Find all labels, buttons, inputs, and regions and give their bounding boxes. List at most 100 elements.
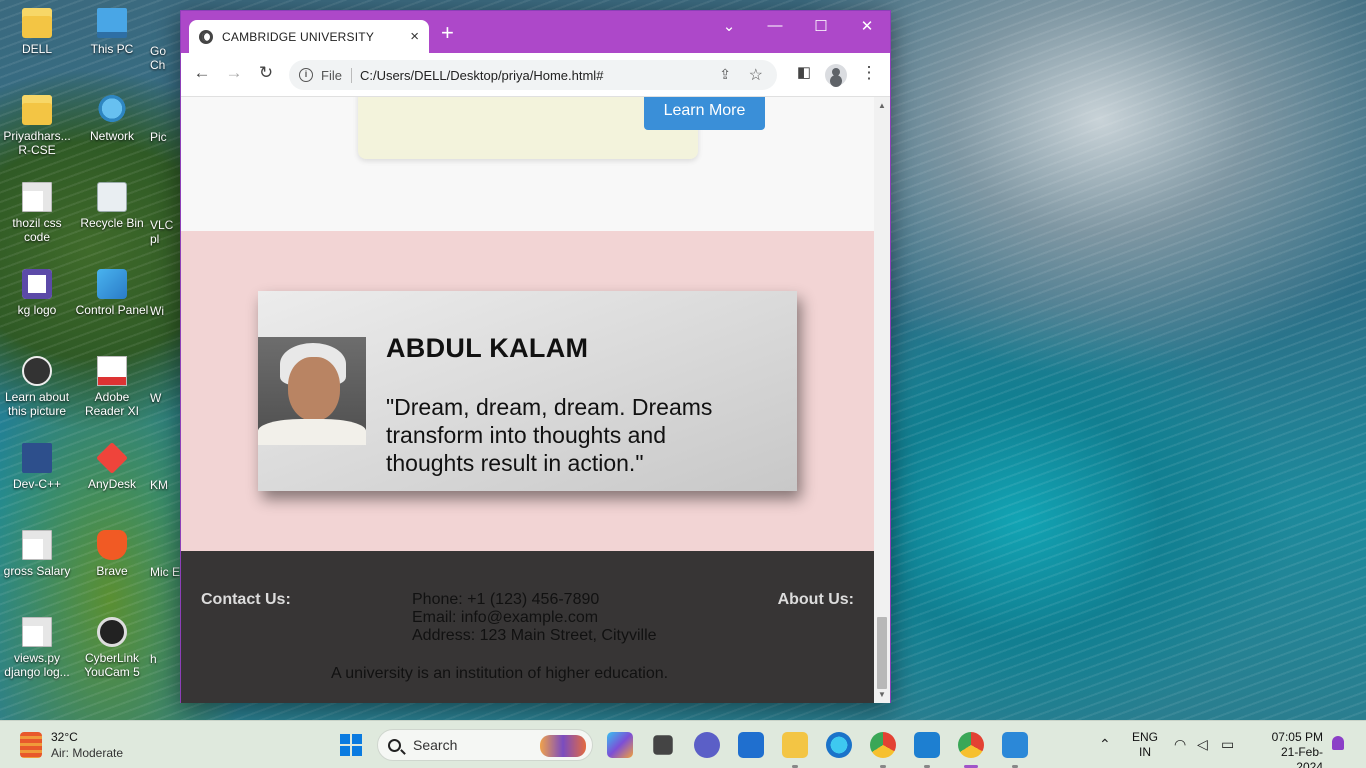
- desktop-icon-partial-chrome[interactable]: Go Ch: [150, 44, 180, 72]
- title-bar: CAMBRIDGE UNIVERSITY × + ⌄ — ☐ ✕: [181, 11, 890, 53]
- desktop-icon-kg-logo[interactable]: kg logo: [0, 269, 74, 317]
- info-card: Learn More: [358, 97, 765, 159]
- search-placeholder: Search: [413, 737, 458, 753]
- browser-window: CAMBRIDGE UNIVERSITY × + ⌄ — ☐ ✕ ← → ↻ i…: [180, 10, 891, 703]
- anydesk-icon: [96, 442, 128, 474]
- copilot-icon[interactable]: [607, 732, 633, 758]
- back-icon[interactable]: ←: [191, 63, 213, 83]
- quote-author: ABDUL KALAM: [386, 333, 589, 363]
- show-hidden-icons-icon[interactable]: ⌃: [1099, 736, 1111, 753]
- chrome-profile-icon[interactable]: [870, 732, 896, 768]
- reload-icon[interactable]: ↻: [255, 63, 277, 83]
- tab-close-icon[interactable]: ×: [410, 28, 419, 45]
- learn-more-button[interactable]: Learn More: [644, 97, 765, 130]
- browser-toolbar: ← → ↻ i File C:/Users/DELL/Desktop/priya…: [181, 53, 890, 97]
- bookmark-star-icon[interactable]: ☆: [749, 65, 763, 85]
- brave-icon: [97, 530, 127, 560]
- file-icon: [22, 530, 52, 560]
- desktop-icon-dell[interactable]: DELL: [0, 8, 74, 56]
- desktop-icon-cyberlink[interactable]: CyberLink YouCam 5: [75, 617, 149, 679]
- clock[interactable]: 07:05 PM 21-Feb-2024: [1255, 730, 1323, 768]
- desktop-icon-thozil-css[interactable]: thozil css code: [0, 182, 74, 244]
- new-tab-button[interactable]: +: [441, 22, 454, 44]
- desktop-icon-this-pc[interactable]: This PC: [75, 8, 149, 56]
- info-icon[interactable]: i: [299, 68, 313, 82]
- quote-text: "Dream, dream, dream. Dreams transform i…: [386, 394, 713, 476]
- footer-contact-title: Contact Us:: [201, 591, 291, 608]
- battery-icon[interactable]: ▭: [1221, 736, 1234, 753]
- task-view-icon[interactable]: [653, 735, 673, 755]
- desktop-icon-learn-picture[interactable]: Learn about this picture: [0, 356, 74, 418]
- close-icon[interactable]: ✕: [844, 17, 890, 35]
- desktop-icon-priyadharsini[interactable]: Priyadhars... R-CSE: [0, 95, 74, 157]
- devcpp-icon: [22, 443, 52, 473]
- footer-email: Email: info@example.com: [412, 609, 599, 626]
- weather-temperature[interactable]: 32°C: [51, 730, 78, 744]
- notification-bell-icon[interactable]: [1332, 736, 1344, 750]
- desktop-icon-brave[interactable]: Brave: [75, 530, 149, 578]
- learn-icon: [22, 356, 52, 386]
- browser-tab[interactable]: CAMBRIDGE UNIVERSITY ×: [189, 20, 429, 53]
- vertical-scrollbar[interactable]: ▲ ▼: [874, 97, 890, 703]
- adobe-icon: [97, 356, 127, 386]
- desktop-icon-partial-km[interactable]: KM: [150, 478, 180, 492]
- scroll-up-icon[interactable]: ▲: [878, 101, 886, 110]
- recycle-bin-icon: [97, 182, 127, 212]
- wifi-icon[interactable]: ◠: [1174, 736, 1186, 753]
- weather-icon[interactable]: [20, 732, 42, 758]
- tab-search-icon[interactable]: ⌄: [706, 17, 752, 35]
- volume-icon[interactable]: ◁: [1197, 736, 1208, 753]
- footer-address: Address: 123 Main Street, Cityville: [412, 627, 657, 644]
- cyberlink-icon: [97, 617, 127, 647]
- desktop-icon-anydesk[interactable]: AnyDesk: [75, 442, 149, 491]
- scroll-down-icon[interactable]: ▼: [878, 690, 886, 699]
- search-icon: [388, 738, 401, 752]
- folder-zip-icon: [22, 95, 52, 125]
- portrait-image: [258, 337, 366, 445]
- side-panel-icon[interactable]: ◧: [793, 63, 815, 81]
- share-icon[interactable]: ⇪: [719, 66, 731, 83]
- profile-avatar-icon[interactable]: [825, 64, 847, 86]
- quote-card: ABDUL KALAM "Dream, dream, dream. Dreams…: [258, 291, 797, 491]
- desktop-icon-recycle-bin[interactable]: Recycle Bin: [75, 182, 149, 230]
- notepad-icon[interactable]: [1002, 732, 1028, 768]
- file-icon: [22, 182, 52, 212]
- scrollbar-thumb[interactable]: [877, 617, 887, 689]
- desktop-icon-control-panel[interactable]: Control Panel: [75, 269, 149, 317]
- desktop-icon-network[interactable]: Network: [75, 95, 149, 143]
- mail-icon[interactable]: [738, 732, 764, 758]
- scheme-label: File: [321, 67, 352, 83]
- tab-title: CAMBRIDGE UNIVERSITY: [222, 29, 375, 44]
- file-explorer-icon[interactable]: [782, 732, 808, 768]
- menu-kebab-icon[interactable]: ⋮: [858, 63, 880, 83]
- desktop-icon-partial-wi[interactable]: Wi: [150, 304, 180, 318]
- forward-icon[interactable]: →: [223, 63, 245, 83]
- desktop-icon-devcpp[interactable]: Dev-C++: [0, 443, 74, 491]
- desktop-icon-gross-salary[interactable]: gross Salary: [0, 530, 74, 578]
- desktop-icon-partial-vlc[interactable]: VLC pl: [150, 218, 180, 246]
- start-button-icon[interactable]: [340, 734, 362, 756]
- minimize-icon[interactable]: —: [752, 17, 798, 34]
- teams-chat-icon[interactable]: [694, 732, 720, 758]
- globe-icon: [199, 29, 213, 44]
- vscode-icon[interactable]: [914, 732, 940, 768]
- desktop-icon-views-py[interactable]: views.py django log...: [0, 617, 74, 679]
- taskbar-search[interactable]: Search: [377, 729, 593, 761]
- address-bar[interactable]: i File C:/Users/DELL/Desktop/priya/Home.…: [289, 60, 777, 90]
- maximize-icon[interactable]: ☐: [798, 17, 844, 35]
- chrome-icon[interactable]: [958, 732, 984, 768]
- desktop-icon-partial-pictures[interactable]: Pic: [150, 130, 180, 144]
- weather-air-quality[interactable]: Air: Moderate: [51, 746, 123, 760]
- desktop-icon-partial-w[interactable]: W: [150, 391, 180, 405]
- edge-icon[interactable]: [826, 732, 852, 758]
- desktop-icon-partial-mic[interactable]: Mic E: [150, 565, 180, 579]
- computer-icon: [97, 8, 127, 38]
- folder-icon: [22, 8, 52, 38]
- footer-about-title: About Us:: [777, 591, 854, 608]
- desktop-icon-partial-h[interactable]: h: [150, 652, 180, 666]
- url-text[interactable]: C:/Users/DELL/Desktop/priya/Home.html#: [360, 68, 603, 83]
- language-indicator[interactable]: ENG IN: [1132, 730, 1158, 760]
- footer-description: A university is an institution of higher…: [331, 665, 669, 682]
- taskbar: 32°C Air: Moderate Search ⌃ ENG IN ◠ ◁ ▭…: [0, 720, 1366, 768]
- desktop-icon-adobe-reader[interactable]: Adobe Reader XI: [75, 356, 149, 418]
